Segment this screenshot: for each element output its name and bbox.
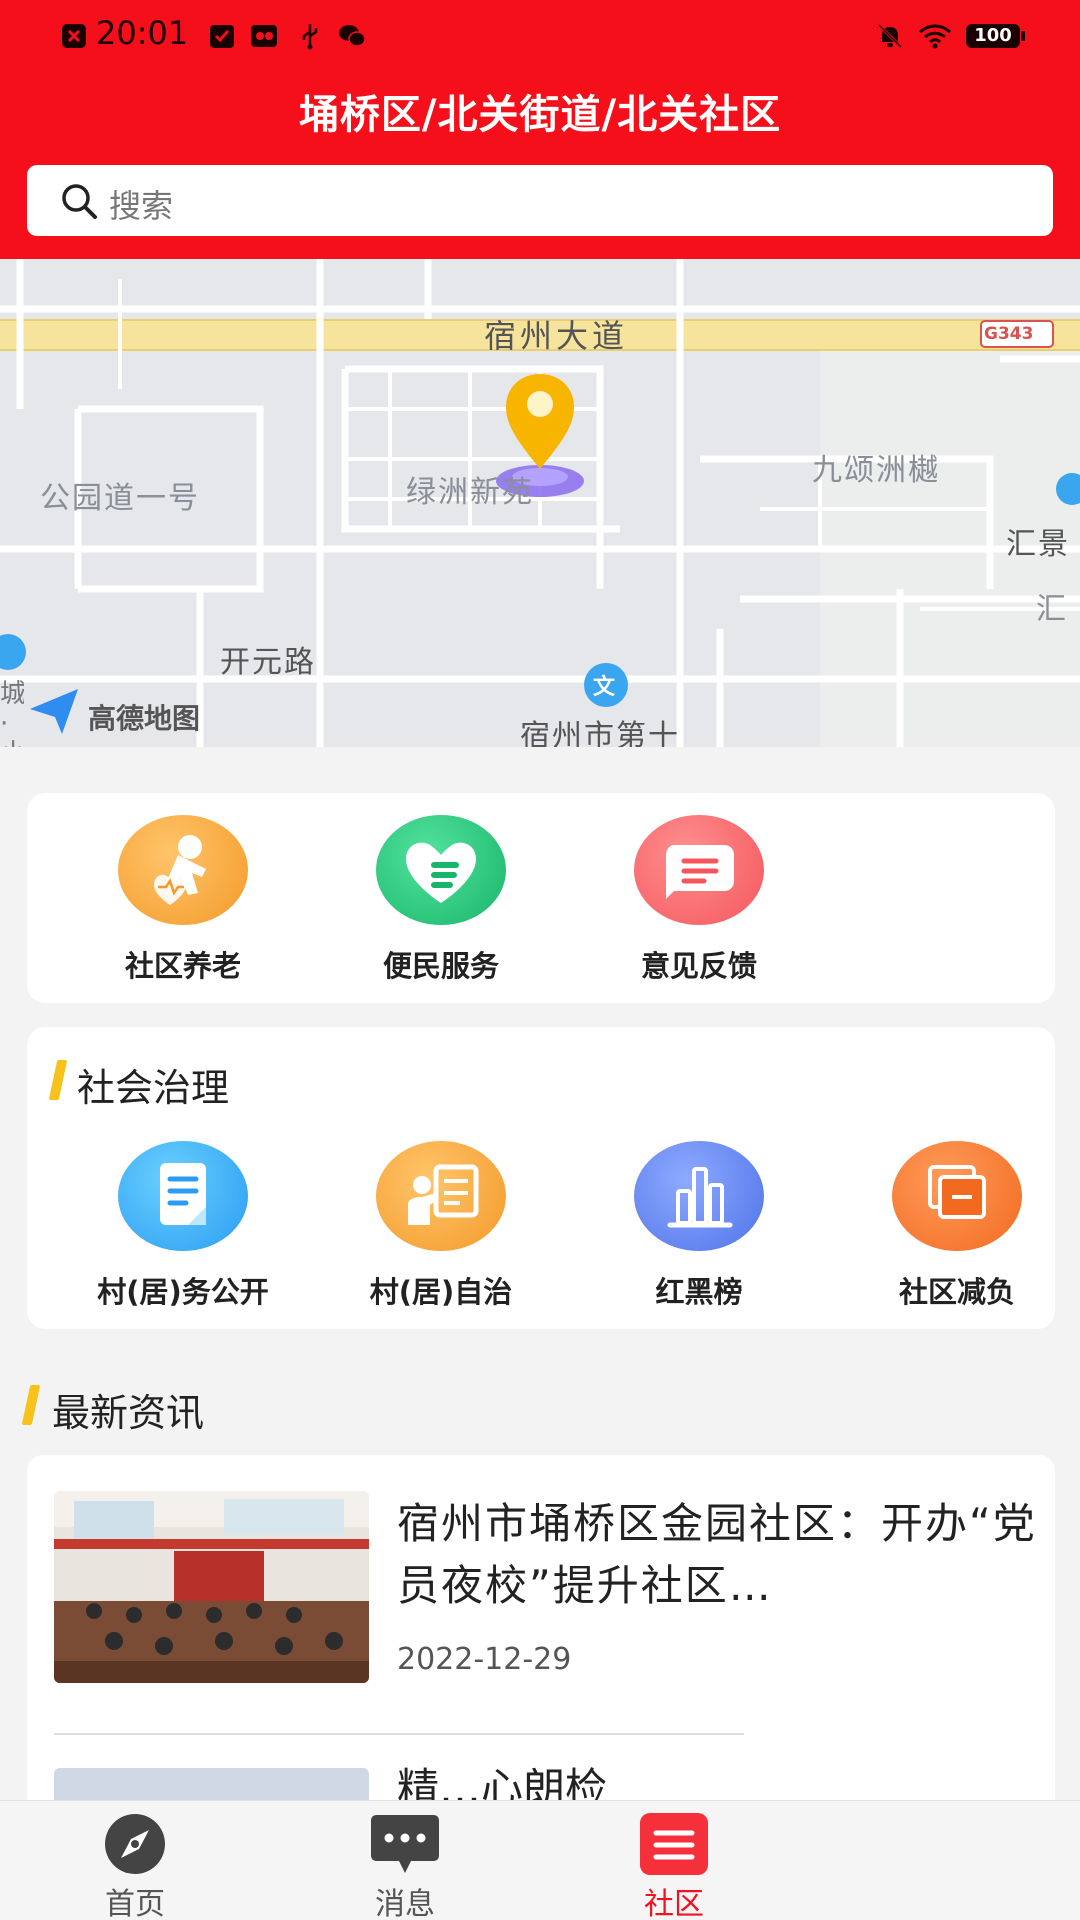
layers-icon	[892, 1141, 1022, 1251]
service-elderly-care[interactable]: 社区养老	[73, 815, 293, 985]
wifi-icon	[919, 24, 951, 49]
location-title[interactable]: 埇桥区/北关街道/北关社区	[0, 82, 1080, 140]
news-date: 2022-12-29	[397, 1642, 572, 1677]
map-label-gongyuan: 公园道一号	[40, 481, 200, 516]
service-label: 便民服务	[382, 949, 499, 983]
amap-logo: 高德地图	[88, 702, 201, 735]
presentation-icon	[376, 1141, 506, 1251]
mute-bell-icon	[877, 23, 903, 49]
gov-item-red-black-list[interactable]: 红黑榜	[589, 1141, 809, 1311]
search-placeholder: 搜索	[109, 187, 174, 225]
map-label-lvzhou: 绿洲新苑	[406, 475, 534, 510]
document-icon	[118, 1141, 248, 1251]
map-label-kaiyuan: 开元路	[220, 645, 316, 680]
map-label-hui: 汇	[1036, 592, 1068, 627]
section-accent-bar	[48, 1060, 68, 1100]
heart-handshake-icon	[376, 815, 506, 925]
news-section-title: 最新资讯	[52, 1391, 205, 1435]
community-list-icon	[638, 1811, 710, 1877]
governance-title: 社会治理	[77, 1066, 230, 1110]
wechat-icon	[339, 25, 366, 47]
elderly-care-icon	[118, 815, 248, 925]
news-divider	[54, 1733, 744, 1735]
bottom-navigation: 首页 消息 社区	[0, 1800, 1080, 1920]
service-label: 社区养老	[124, 949, 241, 983]
search-input[interactable]: 搜索	[27, 165, 1053, 236]
battery-icon: 100	[966, 24, 1025, 48]
gov-item-label: 红黑榜	[655, 1275, 743, 1309]
usb-icon	[302, 24, 318, 50]
search-icon	[62, 184, 97, 219]
service-label: 意见反馈	[640, 949, 757, 983]
nav-community[interactable]: 社区	[574, 1811, 774, 1920]
service-feedback[interactable]: 意见反馈	[589, 815, 809, 985]
services-card: 社区养老 便民服务 意见反馈	[27, 793, 1055, 1003]
gov-item-burden-reduction[interactable]: 社区减负	[847, 1141, 1067, 1311]
section-accent-bar	[21, 1385, 41, 1425]
nav-label: 消息	[375, 1887, 435, 1920]
status-time: 20:01	[96, 14, 189, 52]
feedback-chat-icon	[634, 815, 764, 925]
check-icon	[210, 25, 234, 48]
nav-label: 首页	[105, 1887, 165, 1920]
map-view[interactable]: 宿州大道 G343 九颂洲樾 公园道一号 绿洲新苑 汇景 汇 开元路 文 宿州市…	[0, 259, 1080, 747]
status-bar: 20:01 100	[0, 0, 1080, 72]
nav-messages[interactable]: 消息	[305, 1811, 505, 1920]
map-label-huijing: 汇景	[1006, 527, 1070, 562]
news-thumbnail[interactable]	[54, 1491, 369, 1683]
nav-home[interactable]: 首页	[35, 1811, 235, 1920]
map-label-g343: G343	[984, 324, 1034, 344]
nav-label: 社区	[644, 1887, 704, 1920]
map-label-suzhou-avenue: 宿州大道	[484, 317, 629, 355]
message-icon	[369, 1811, 441, 1877]
news-list: 宿州市埇桥区金园社区：开办“党员夜校”提升社区… 2022-12-29 精…心朗…	[27, 1455, 1055, 1855]
service-convenience[interactable]: 便民服务	[331, 815, 551, 985]
map-label-edge-left: 城·小	[0, 679, 24, 747]
map-school-badge: 文	[593, 675, 616, 700]
gov-item-affairs-public[interactable]: 村(居)务公开	[73, 1141, 293, 1311]
notification-x-icon	[62, 24, 86, 48]
news-title[interactable]: 宿州市埇桥区金园社区：开办“党员夜校”提升社区…	[397, 1493, 1037, 1617]
app-icon	[251, 25, 277, 47]
bar-chart-icon	[634, 1141, 764, 1251]
compass-icon	[99, 1811, 171, 1877]
gov-item-label: 村(居)务公开	[97, 1275, 269, 1309]
governance-card: 社会治理 村(居)务公开 村(居)自治 红黑榜 社区减负	[27, 1027, 1055, 1329]
gov-item-label: 社区减负	[898, 1275, 1015, 1309]
app-header: 20:01 100 埇桥区/北关街道/北关社区 搜索	[0, 0, 1080, 259]
map-label-jiusong: 九颂洲樾	[812, 453, 940, 488]
gov-item-label: 村(居)自治	[369, 1275, 513, 1309]
map-label-school: 宿州市第十	[520, 719, 680, 747]
gov-item-self-governance[interactable]: 村(居)自治	[331, 1141, 551, 1311]
